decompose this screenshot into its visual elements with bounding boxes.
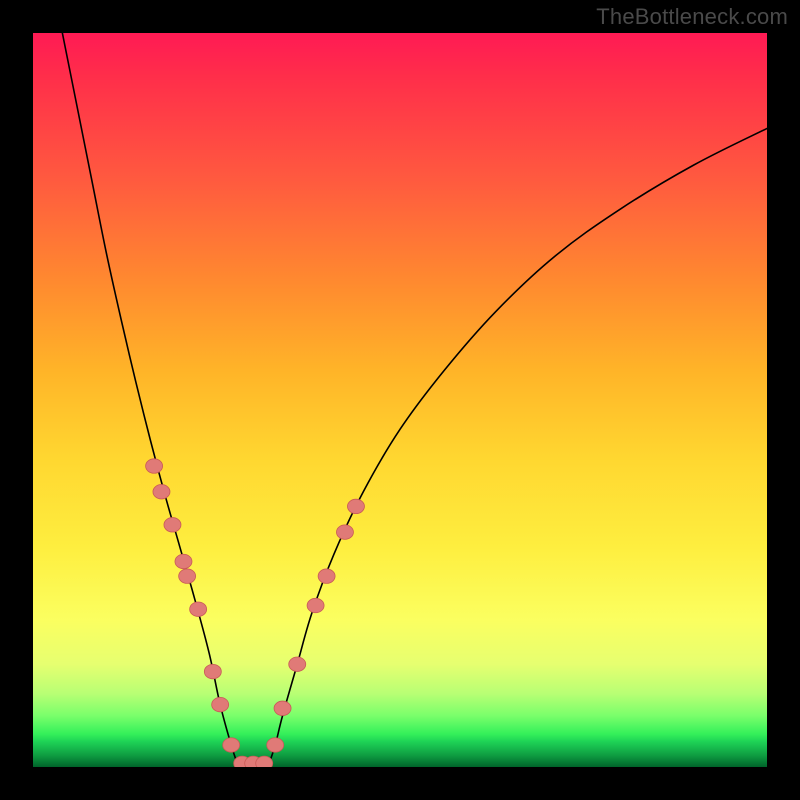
plot-area [33, 33, 767, 767]
sample-dot [179, 569, 196, 583]
sample-dot [175, 554, 192, 568]
curve-right-branch [268, 128, 767, 767]
sample-dot [190, 602, 207, 616]
sample-dot [318, 569, 335, 583]
watermark-text: TheBottleneck.com [596, 4, 788, 30]
sample-dot [289, 657, 306, 671]
sample-dot [153, 485, 170, 499]
sample-dot [164, 518, 181, 532]
sample-dot [347, 499, 364, 513]
sample-dot [307, 598, 324, 612]
sample-dots-group [146, 459, 365, 767]
sample-dot [212, 697, 229, 711]
sample-dot [204, 664, 221, 678]
sample-dot [223, 738, 240, 752]
sample-dot [267, 738, 284, 752]
chart-svg [33, 33, 767, 767]
sample-dot [256, 756, 273, 767]
sample-dot [336, 525, 353, 539]
curve-left-branch [62, 33, 238, 767]
sample-dot [274, 701, 291, 715]
sample-dot [146, 459, 163, 473]
chart-frame: TheBottleneck.com [0, 0, 800, 800]
